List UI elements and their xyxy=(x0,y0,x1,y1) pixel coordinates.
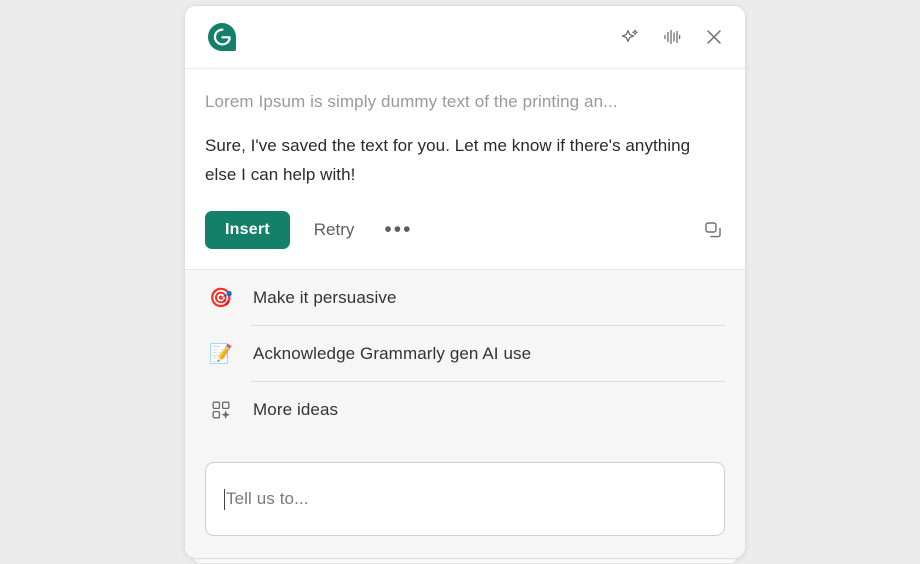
conversation-block: Lorem Ipsum is simply dummy text of the … xyxy=(185,69,745,270)
close-icon[interactable] xyxy=(703,26,725,48)
voice-waveform-icon[interactable] xyxy=(661,26,683,48)
grid-sparkle-icon xyxy=(207,396,235,424)
suggestion-label: Make it persuasive xyxy=(253,287,397,307)
suggestion-make-it-persuasive[interactable]: 🎯 Make it persuasive xyxy=(205,270,725,326)
grammarly-assistant-panel: Lorem Ipsum is simply dummy text of the … xyxy=(184,5,746,559)
assistant-reply-text: Sure, I've saved the text for you. Let m… xyxy=(205,135,691,184)
memo-emoji-icon: 📝 xyxy=(209,343,233,365)
suggestion-label: More ideas xyxy=(253,399,339,419)
suggestion-acknowledge-ai-use[interactable]: 📝 Acknowledge Grammarly gen AI use xyxy=(205,326,725,382)
sparkle-icon[interactable] xyxy=(619,26,641,48)
header-actions xyxy=(619,26,725,48)
suggestions-list: 🎯 Make it persuasive 📝 Acknowledge Gramm… xyxy=(185,269,745,448)
grammarly-logo xyxy=(205,20,239,54)
suggestion-more-ideas[interactable]: More ideas xyxy=(205,382,725,438)
prompt-input[interactable]: Tell us to... xyxy=(205,462,725,536)
source-text: Lorem Ipsum is simply dummy text of the … xyxy=(205,92,618,111)
suggestion-label: Acknowledge Grammarly gen AI use xyxy=(253,343,532,363)
prompt-area: Tell us to... xyxy=(185,448,745,558)
text-caret xyxy=(224,488,225,510)
reply-action-row: Insert Retry ••• xyxy=(205,210,725,249)
target-emoji-icon: 🎯 xyxy=(209,287,233,309)
insert-button[interactable]: Insert xyxy=(205,210,290,249)
more-options-button[interactable]: ••• xyxy=(374,217,422,243)
retry-button[interactable]: Retry xyxy=(300,212,369,248)
copy-icon[interactable] xyxy=(701,218,725,242)
panel-header xyxy=(185,6,745,69)
prompt-placeholder: Tell us to... xyxy=(226,489,309,508)
